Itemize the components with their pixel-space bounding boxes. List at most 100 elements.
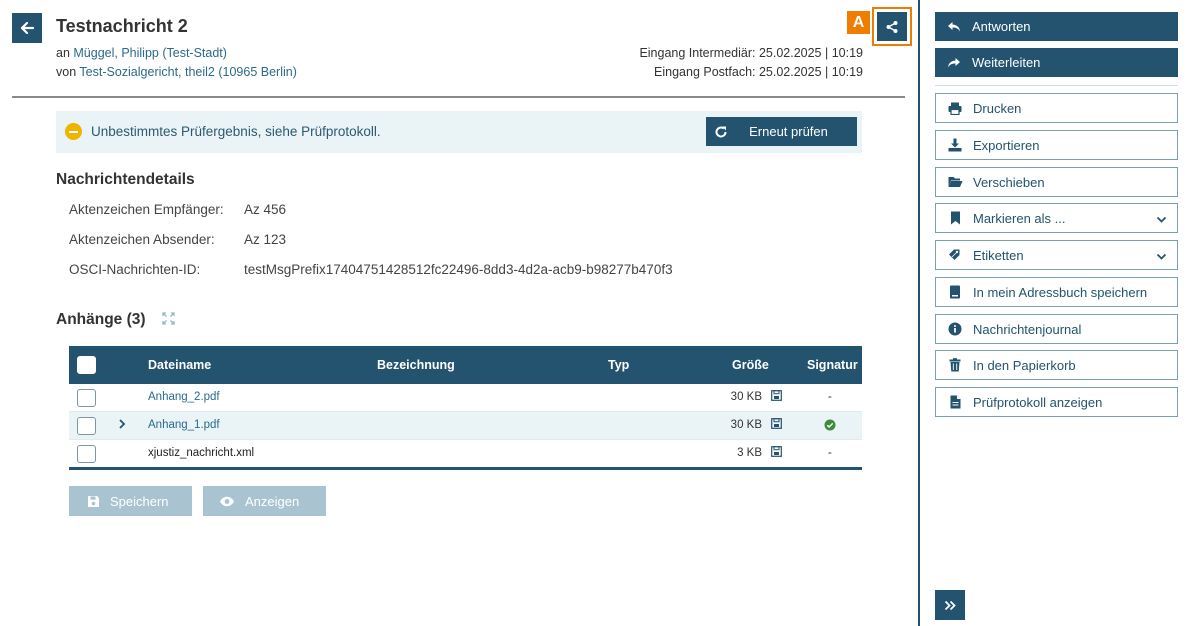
message-journal-button[interactable]: Nachrichtenjournal — [935, 314, 1178, 344]
sidebar-item-label: Etiketten — [973, 247, 1024, 263]
sidebar-item-label: Verschieben — [973, 174, 1045, 190]
printer-icon — [947, 100, 963, 116]
share-icon — [886, 20, 898, 33]
sender-line: von Test-Sozialgericht, theil2 (10965 Be… — [56, 65, 297, 79]
page-title: Testnachricht 2 — [56, 16, 188, 36]
info-circle-icon — [947, 321, 963, 337]
save-disk-icon[interactable] — [771, 390, 782, 404]
export-button[interactable]: Exportieren — [935, 130, 1178, 160]
signature-status: - — [828, 447, 832, 459]
receipt-mailbox: Eingang Postfach: 25.02.2025 | 10:19 — [654, 65, 863, 79]
receipt-intermediary: Eingang Intermediär: 25.02.2025 | 10:19 — [639, 46, 863, 60]
sidebar-item-label: In mein Adressbuch speichern — [973, 284, 1148, 300]
detail-value: Az 123 — [244, 232, 287, 247]
detail-value: testMsgPrefix17404751428512fc22496-8dd3-… — [244, 262, 673, 277]
detail-value: Az 456 — [244, 202, 287, 217]
chevron-right-icon[interactable] — [118, 418, 126, 433]
forward-button[interactable]: Weiterleiten — [935, 48, 1178, 77]
table-bottom-border — [69, 467, 862, 470]
save-label: Speichern — [110, 493, 169, 509]
header-divider — [12, 96, 905, 98]
detail-label: Aktenzeichen Empfänger: — [69, 202, 224, 217]
column-header-signature[interactable]: Signatur — [807, 358, 858, 372]
warning-minus-icon — [65, 123, 82, 140]
sidebar-item-label: Prüfprotokoll anzeigen — [973, 394, 1103, 410]
labels-dropdown[interactable]: Etiketten — [935, 240, 1178, 270]
attachments-heading: Anhänge (3) — [56, 311, 146, 328]
file-size: 30 KB — [730, 391, 762, 403]
arrow-left-icon — [20, 21, 34, 35]
sidebar-item-label: Markieren als ... — [973, 210, 1066, 226]
move-button[interactable]: Verschieben — [935, 167, 1178, 197]
sender-prefix: von — [56, 65, 77, 79]
detail-label: OSCI-Nachrichten-ID: — [69, 262, 201, 277]
print-button[interactable]: Drucken — [935, 93, 1178, 123]
sidebar-divider — [918, 0, 920, 626]
file-name-link[interactable]: Anhang_2.pdf — [148, 391, 220, 403]
sidebar-item-label: Nachrichtenjournal — [973, 321, 1082, 337]
annotation-badge: A — [847, 11, 870, 34]
back-button[interactable] — [12, 13, 42, 43]
sidebar-item-label: Drucken — [973, 100, 1022, 116]
file-name[interactable]: xjustiz_nachricht.xml — [148, 447, 254, 459]
row-checkbox[interactable] — [77, 417, 96, 435]
view-button[interactable]: Anzeigen — [203, 486, 326, 516]
column-header-label[interactable]: Bezeichnung — [377, 358, 455, 372]
table-row[interactable]: Anhang_2.pdf 30 KB - — [69, 384, 862, 412]
chevron-down-icon — [1156, 249, 1167, 264]
share-button-highlight — [872, 7, 912, 46]
details-heading: Nachrichtendetails — [56, 171, 195, 188]
save-icon — [87, 495, 100, 508]
column-header-name[interactable]: Dateiname — [148, 358, 211, 372]
table-row[interactable]: Anhang_1.pdf 30 KB — [69, 412, 862, 440]
tags-icon — [947, 247, 963, 263]
notice-text: Unbestimmtes Prüfergebnis, siehe Prüfpro… — [91, 124, 381, 139]
detail-label: Aktenzeichen Absender: — [69, 232, 215, 247]
file-icon — [947, 394, 963, 410]
trash-icon — [947, 357, 963, 373]
column-header-type[interactable]: Typ — [608, 358, 629, 372]
sidebar-item-label: Exportieren — [973, 137, 1040, 153]
verification-notice: Unbestimmtes Prüfergebnis, siehe Prüfpro… — [56, 111, 862, 153]
recheck-label: Erneut prüfen — [749, 124, 828, 139]
eye-icon — [219, 496, 235, 507]
table-row[interactable]: xjustiz_nachricht.xml 3 KB - — [69, 440, 862, 468]
expand-arrows-icon[interactable] — [162, 312, 175, 328]
view-label: Anzeigen — [245, 493, 300, 509]
chevron-down-icon — [1156, 212, 1167, 227]
forward-label: Weiterleiten — [972, 55, 1041, 70]
reply-label: Antworten — [972, 19, 1031, 34]
expand-sidebar-button[interactable] — [935, 590, 965, 620]
save-button[interactable]: Speichern — [69, 486, 192, 516]
select-all-checkbox[interactable] — [77, 356, 96, 374]
recipient-link[interactable]: Müggel, Philipp (Test-Stadt) — [73, 46, 227, 60]
bookmark-icon — [947, 210, 963, 226]
double-chevron-right-icon — [944, 600, 956, 610]
signature-status: - — [828, 391, 832, 403]
recipient-prefix: an — [56, 46, 70, 60]
file-size: 30 KB — [730, 419, 762, 431]
refresh-icon — [714, 125, 734, 139]
reply-button[interactable]: Antworten — [935, 12, 1178, 41]
sidebar-separator — [935, 85, 1178, 86]
folder-open-icon — [947, 174, 963, 190]
move-to-trash-button[interactable]: In den Papierkorb — [935, 350, 1178, 380]
file-size: 3 KB — [737, 447, 762, 459]
reply-icon — [946, 19, 962, 35]
file-name-link[interactable]: Anhang_1.pdf — [148, 419, 220, 431]
show-verification-log-button[interactable]: Prüfprotokoll anzeigen — [935, 387, 1178, 417]
column-header-size[interactable]: Größe — [732, 358, 769, 372]
recheck-button[interactable]: Erneut prüfen — [706, 117, 857, 146]
mark-as-dropdown[interactable]: Markieren als ... — [935, 203, 1178, 233]
recipient-line: an Müggel, Philipp (Test-Stadt) — [56, 46, 227, 60]
address-book-icon — [947, 284, 963, 300]
row-checkbox[interactable] — [77, 445, 96, 463]
save-disk-icon[interactable] — [771, 418, 782, 432]
row-checkbox[interactable] — [77, 389, 96, 407]
attachments-table-header: Dateiname Bezeichnung Typ Größe Signatur — [69, 346, 862, 384]
save-to-address-book-button[interactable]: In mein Adressbuch speichern — [935, 277, 1178, 307]
save-disk-icon[interactable] — [771, 446, 782, 460]
share-button[interactable] — [877, 12, 907, 41]
download-icon — [947, 137, 963, 153]
sender-link[interactable]: Test-Sozialgericht, theil2 (10965 Berlin… — [79, 65, 296, 79]
